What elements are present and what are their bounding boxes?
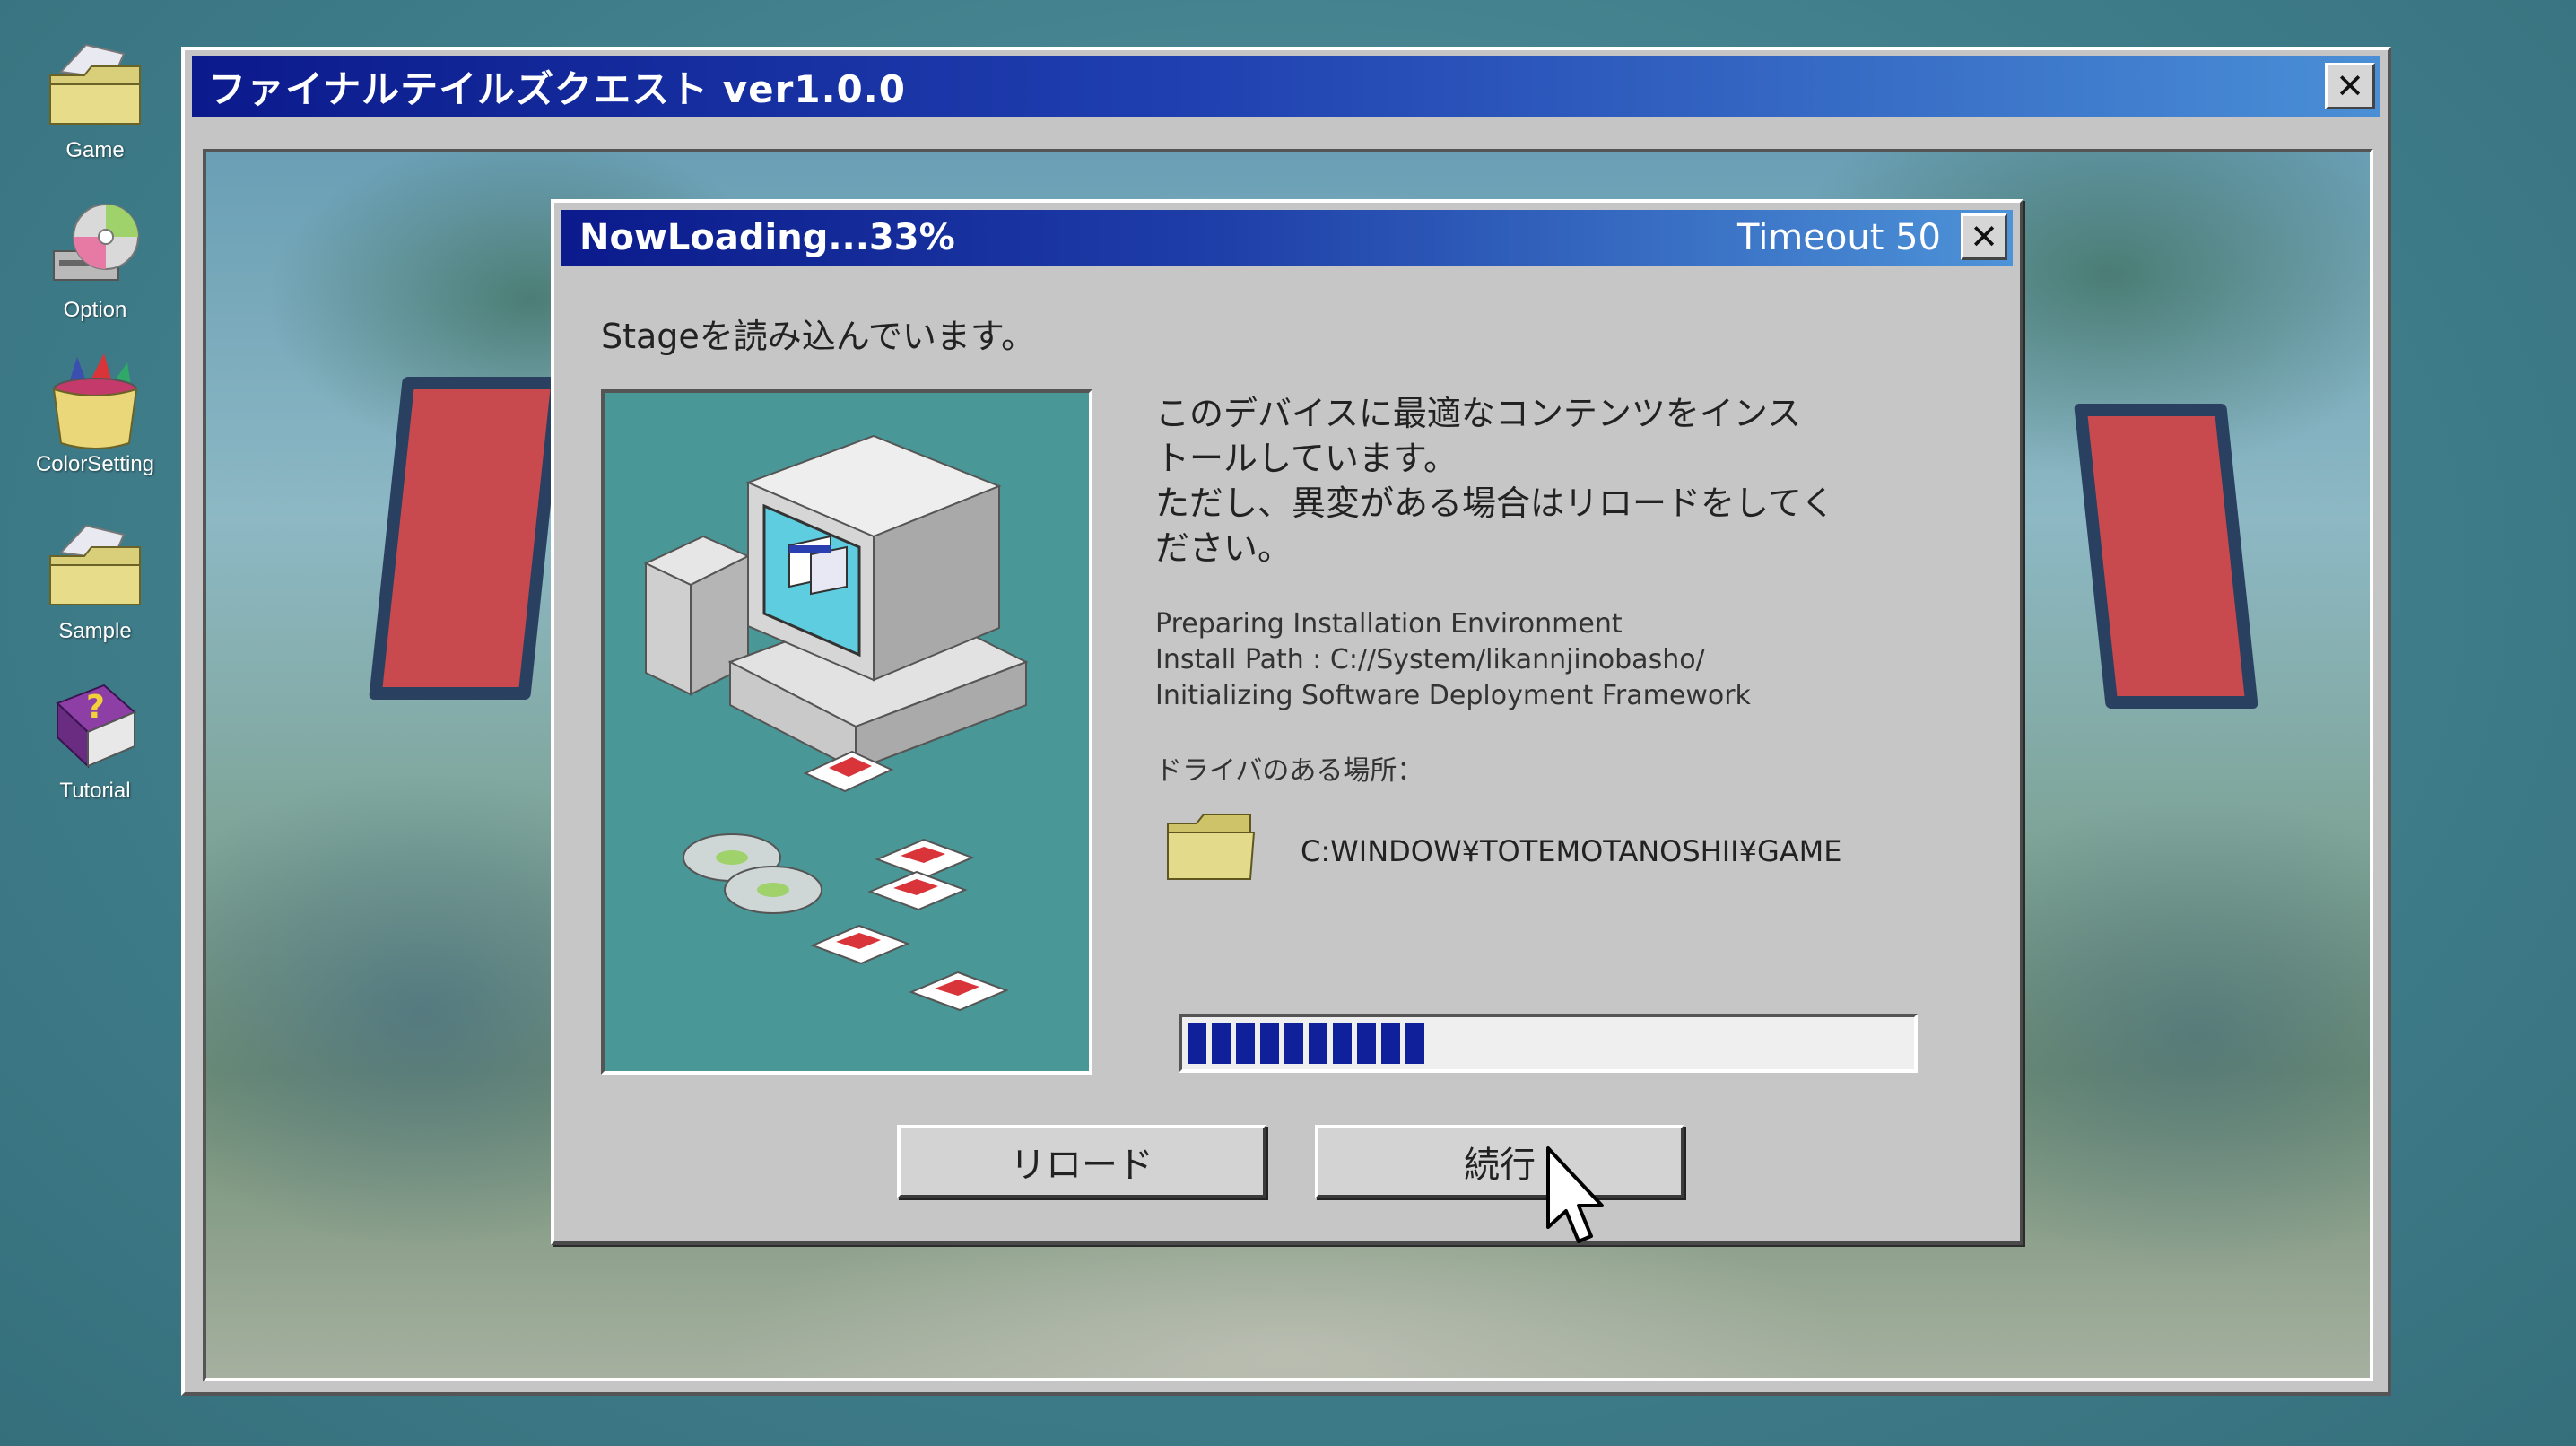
status-line: Initializing Software Deployment Framewo… — [1155, 680, 1751, 711]
desktop-icon-label: Game — [65, 138, 125, 162]
folder-icon — [41, 517, 149, 615]
help-book-icon: ? — [41, 676, 149, 775]
driver-location-label: ドライバのある場所： — [1155, 755, 1424, 787]
dialog-close-button[interactable]: ✕ — [1961, 213, 2007, 260]
message-line: ただし、異変がある場合はリロードをしてく — [1155, 483, 1835, 523]
install-status-log: Preparing Installation Environment Insta… — [1155, 606, 1962, 714]
desktop-icon-label: Option — [63, 298, 127, 322]
folder-icon — [41, 36, 149, 135]
continue-button[interactable]: 続行 — [1315, 1125, 1684, 1198]
computer-setup-illustration — [601, 389, 1092, 1075]
loading-progress-bar — [1179, 1014, 1918, 1073]
desktop-icon-option[interactable]: Option — [18, 196, 172, 323]
mouse-cursor-icon — [1545, 1145, 1607, 1252]
desktop-icon-sample[interactable]: Sample — [18, 517, 172, 644]
progress-block — [1284, 1023, 1303, 1064]
progress-block — [1333, 1023, 1352, 1064]
status-line: Preparing Installation Environment — [1155, 608, 1623, 640]
desktop-icon-game[interactable]: Game — [18, 36, 172, 163]
desktop-icon-label: Tutorial — [59, 779, 131, 803]
dialog-heading: Stageを読み込んでいます。 — [601, 317, 1036, 356]
game-logo-fragment-left — [369, 377, 564, 700]
message-line: ださい。 — [1155, 528, 1292, 568]
progress-block — [1381, 1023, 1400, 1064]
svg-text:?: ? — [86, 689, 105, 726]
folder-icon — [1164, 809, 1258, 884]
status-line: Install Path : C://System/likannjinobash… — [1155, 644, 1705, 675]
progress-block — [1309, 1023, 1327, 1064]
close-icon: ✕ — [2336, 66, 2364, 106]
message-line: トールしています。 — [1155, 439, 1458, 478]
dialog-title-bar[interactable]: NowLoading...33% Timeout 50 ✕ — [561, 210, 2013, 266]
message-line: このデバイスに最適なコンテンツをインス — [1155, 394, 1802, 433]
desktop-icon-label: Sample — [58, 619, 132, 643]
timeout-counter: Timeout 50 — [1736, 217, 1941, 258]
progress-block — [1260, 1023, 1279, 1064]
window-title: ファイナルテイルズクエスト ver1.0.0 — [208, 66, 906, 111]
desktop-icon-tutorial[interactable]: ? Tutorial — [18, 676, 172, 804]
dialog-title: NowLoading...33% — [579, 217, 955, 258]
loading-dialog: NowLoading...33% Timeout 50 ✕ Stageを読み込ん… — [551, 199, 2023, 1245]
game-logo-fragment-right — [2074, 404, 2258, 709]
main-title-bar[interactable]: ファイナルテイルズクエスト ver1.0.0 — [192, 56, 2380, 117]
progress-block — [1212, 1023, 1231, 1064]
cd-drive-icon — [41, 196, 149, 294]
close-icon: ✕ — [1970, 217, 1998, 257]
progress-block — [1188, 1023, 1206, 1064]
progress-block — [1236, 1023, 1255, 1064]
reload-button[interactable]: リロード — [897, 1125, 1266, 1198]
driver-path: C:WINDOW¥TOTEMOTANOSHII¥GAME — [1301, 834, 1842, 868]
desktop-icon-colorsetting[interactable]: ColorSetting — [18, 350, 172, 477]
paint-bucket-icon — [41, 350, 149, 449]
main-close-button[interactable]: ✕ — [2325, 63, 2375, 109]
progress-block — [1357, 1023, 1376, 1064]
progress-block — [1405, 1023, 1424, 1064]
install-message-jp: このデバイスに最適なコンテンツをインス トールしています。 ただし、異変がある場… — [1155, 391, 1962, 571]
